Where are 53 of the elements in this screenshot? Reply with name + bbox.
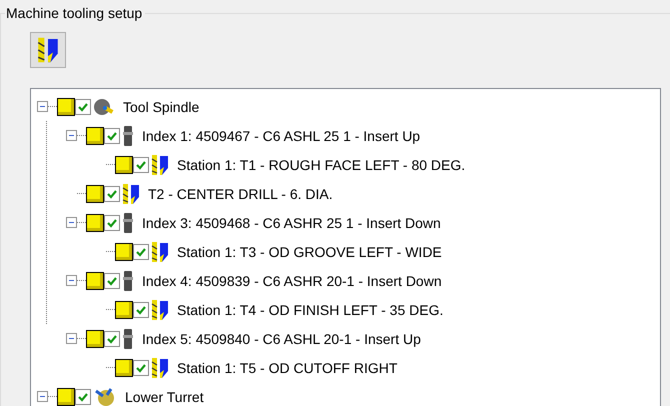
turret-icon	[93, 386, 117, 406]
tree-item-label[interactable]: Index 1: 4509467 - C6 ASHL 25 1 - Insert Up	[140, 126, 422, 144]
tree-item-label[interactable]: Station 1: T1 - ROUGH FACE LEFT - 80 DEG.	[175, 156, 468, 174]
block-icon	[115, 242, 133, 260]
spindle-icon	[93, 96, 115, 116]
collapse-toggle[interactable]	[66, 275, 77, 286]
block-icon	[115, 156, 133, 174]
block-icon	[57, 388, 75, 406]
collapse-toggle[interactable]	[66, 333, 77, 344]
tree-item-label[interactable]: T2 - CENTER DRILL - 6. DIA.	[146, 184, 335, 202]
tree-item-label[interactable]: Lower Turret	[123, 388, 206, 406]
collapse-toggle[interactable]	[37, 101, 48, 112]
block-icon	[86, 272, 104, 290]
drill-insert-icon	[151, 298, 169, 320]
block-icon	[86, 214, 104, 232]
checkbox[interactable]	[133, 244, 149, 260]
tool-holder-icon	[122, 270, 134, 292]
tool-holder-icon	[122, 328, 134, 350]
block-icon	[115, 358, 133, 376]
collapse-toggle[interactable]	[66, 130, 77, 141]
tool-holder-icon	[122, 212, 134, 234]
block-icon	[57, 98, 75, 116]
tree-item-label[interactable]: Station 1: T5 - OD CUTOFF RIGHT	[175, 358, 400, 376]
checkbox[interactable]	[104, 128, 120, 144]
group-box-title: Machine tooling setup	[5, 5, 146, 21]
tool-button[interactable]	[30, 32, 66, 68]
tree-item-label[interactable]: Station 1: T3 - OD GROOVE LEFT - WIDE	[175, 242, 444, 260]
checkbox[interactable]	[75, 388, 91, 404]
tree-item-label[interactable]: Index 4: 4509839 - C6 ASHR 20-1 - Insert Down	[140, 272, 444, 290]
checkbox[interactable]	[133, 302, 149, 318]
checkbox[interactable]	[104, 272, 120, 288]
drill-insert-icon	[151, 356, 169, 378]
drill-insert-icon	[151, 240, 169, 262]
checkbox[interactable]	[104, 330, 120, 346]
drill-insert-icon	[151, 154, 169, 176]
block-icon	[86, 184, 104, 202]
block-icon	[115, 300, 133, 318]
checkbox[interactable]	[133, 156, 149, 172]
block-icon	[86, 330, 104, 348]
collapse-toggle[interactable]	[37, 391, 48, 402]
drill-insert-icon	[37, 35, 59, 65]
checkbox[interactable]	[104, 214, 120, 230]
collapse-toggle[interactable]	[66, 217, 77, 228]
tree-item-label[interactable]: Tool Spindle	[121, 98, 202, 116]
tree-item-label[interactable]: Index 3: 4509468 - C6 ASHR 25 1 - Insert Down	[140, 214, 443, 232]
drill-insert-icon	[122, 182, 140, 204]
checkbox[interactable]	[133, 360, 149, 376]
tree-item-label[interactable]: Index 5: 4509840 - C6 ASHL 20-1 - Insert Up	[140, 330, 423, 348]
tree-item-label[interactable]: Station 1: T4 - OD FINISH LEFT - 35 DEG.	[175, 300, 446, 318]
tool-holder-icon	[122, 124, 134, 146]
checkbox[interactable]	[75, 98, 91, 114]
checkbox[interactable]	[104, 186, 120, 202]
block-icon	[86, 126, 104, 144]
